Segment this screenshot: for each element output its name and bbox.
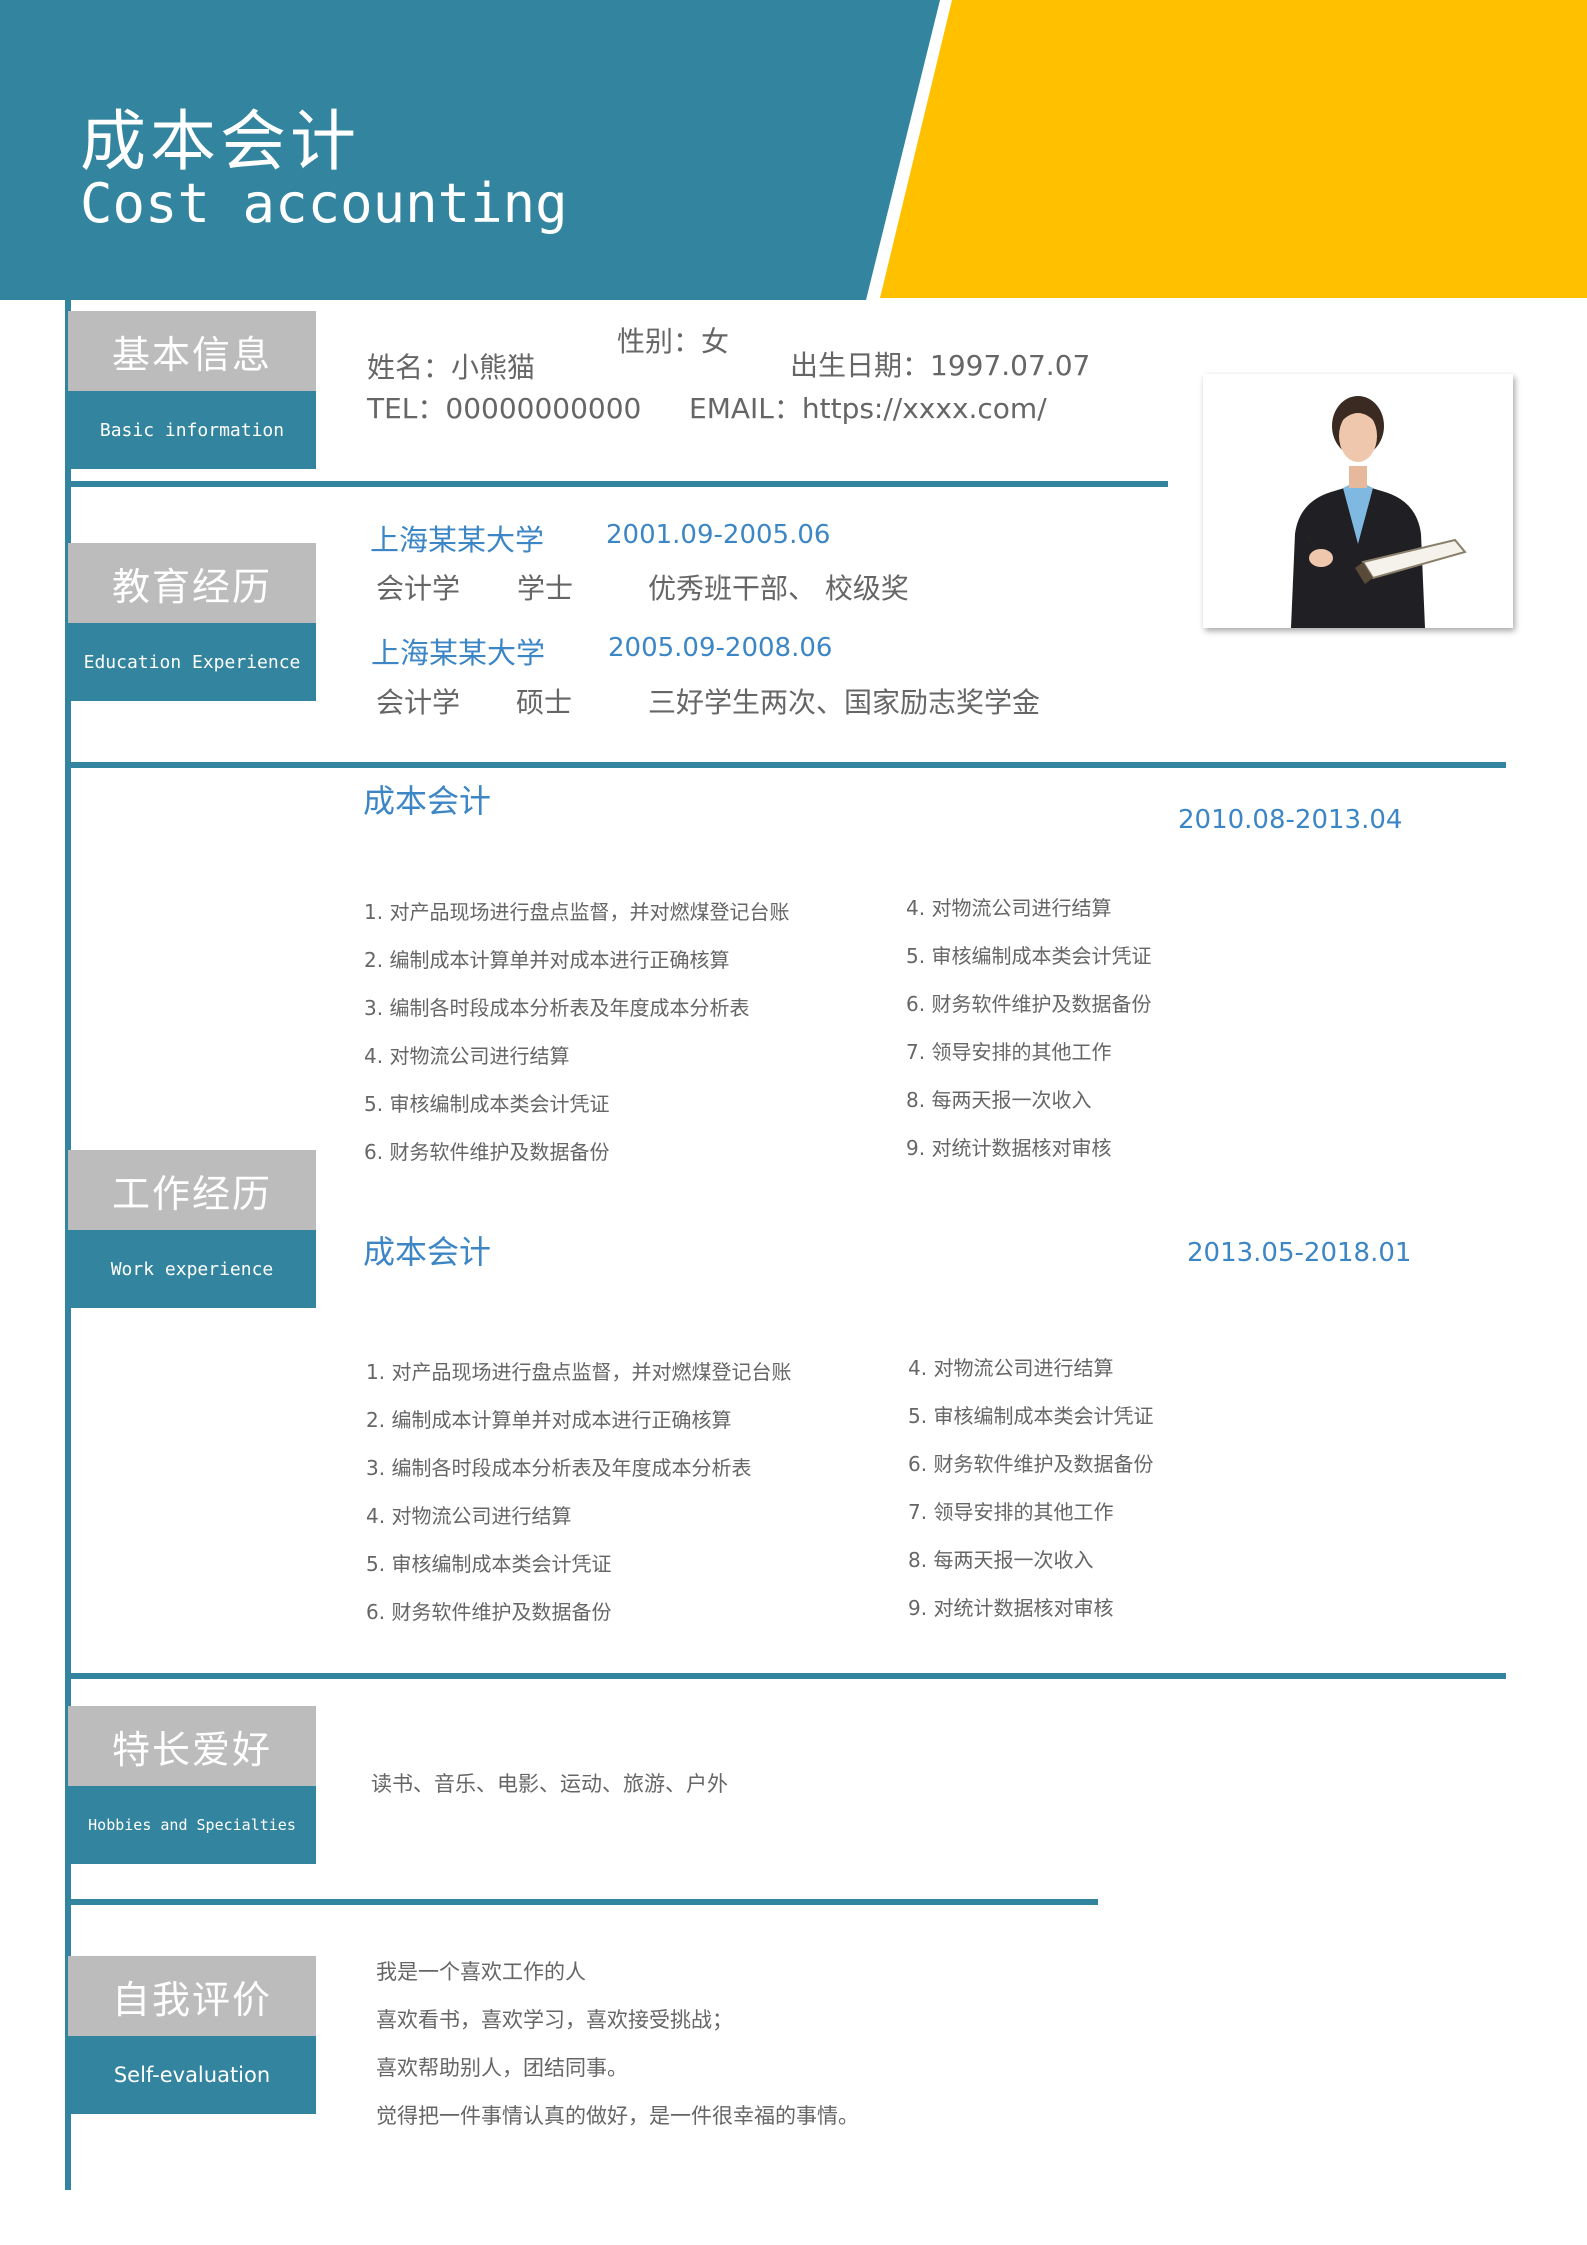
duty-item: 4. 对物流公司进行结算 bbox=[366, 1504, 572, 1528]
work-1-duties-left: 1. 对产品现场进行盘点监督，并对燃煤登记台账 2. 编制成本计算单并对成本进行… bbox=[364, 888, 789, 1176]
edu-2-school: 上海某某大学 bbox=[371, 636, 546, 670]
info-tel: TEL：00000000000 bbox=[367, 392, 642, 425]
section-label-basic: 基本信息 Basic information bbox=[68, 311, 316, 469]
self-eval-list: 我是一个喜欢工作的人 喜欢看书，喜欢学习，喜欢接受挑战； 喜欢帮助别人，团结同事… bbox=[376, 1948, 859, 2140]
duty-item: 5. 审核编制成本类会计凭证 bbox=[364, 1092, 610, 1116]
section-title-en: Work experience bbox=[68, 1230, 316, 1308]
section-title-cn: 特长爱好 bbox=[68, 1706, 316, 1786]
duty-item: 6. 财务软件维护及数据备份 bbox=[906, 992, 1152, 1016]
duty-item: 3. 编制各时段成本分析表及年度成本分析表 bbox=[364, 996, 750, 1020]
duty-item: 5. 审核编制成本类会计凭证 bbox=[908, 1404, 1154, 1428]
section-label-education: 教育经历 Education Experience bbox=[68, 543, 316, 701]
divider-basic bbox=[68, 481, 1168, 487]
duty-item: 8. 每两天报一次收入 bbox=[908, 1548, 1094, 1572]
self-eval-line: 觉得把一件事情认真的做好，是一件很幸福的事情。 bbox=[376, 2104, 859, 2128]
work-1-duties-right: 4. 对物流公司进行结算 5. 审核编制成本类会计凭证 6. 财务软件维护及数据… bbox=[906, 884, 1151, 1172]
edu-1-degree: 学士 bbox=[517, 572, 574, 605]
work-2-period: 2013.05-2018.01 bbox=[1187, 1238, 1412, 1268]
hobbies-text: 读书、音乐、电影、运动、旅游、户外 bbox=[371, 1772, 728, 1796]
edu-1-period: 2001.09-2005.06 bbox=[606, 520, 831, 550]
duty-item: 2. 编制成本计算单并对成本进行正确核算 bbox=[366, 1408, 732, 1432]
duty-item: 4. 对物流公司进行结算 bbox=[364, 1044, 570, 1068]
divider-work bbox=[68, 1673, 1506, 1679]
duty-item: 1. 对产品现场进行盘点监督，并对燃煤登记台账 bbox=[364, 900, 790, 924]
info-birth: 出生日期：1997.07.07 bbox=[790, 349, 1091, 382]
self-eval-line: 喜欢帮助别人，团结同事。 bbox=[376, 2056, 628, 2080]
section-title-cn: 教育经历 bbox=[68, 543, 316, 623]
section-label-work: 工作经历 Work experience bbox=[68, 1150, 316, 1308]
divider-hobbies bbox=[68, 1899, 1098, 1905]
section-title-en: Basic information bbox=[68, 391, 316, 469]
edu-2-major: 会计学 bbox=[376, 686, 461, 719]
section-title-en: Self-evaluation bbox=[68, 2036, 316, 2114]
divider-education bbox=[68, 762, 1506, 768]
section-title-en: Education Experience bbox=[68, 623, 316, 701]
section-title-en: Hobbies and Specialties bbox=[68, 1786, 316, 1864]
work-2-duties-left: 1. 对产品现场进行盘点监督，并对燃煤登记台账 2. 编制成本计算单并对成本进行… bbox=[366, 1348, 791, 1636]
work-1-period: 2010.08-2013.04 bbox=[1178, 805, 1403, 835]
duty-item: 2. 编制成本计算单并对成本进行正确核算 bbox=[364, 948, 730, 972]
duty-item: 6. 财务软件维护及数据备份 bbox=[364, 1140, 610, 1164]
info-email: EMAIL：https://xxxx.com/ bbox=[689, 392, 1047, 425]
duty-item: 5. 审核编制成本类会计凭证 bbox=[906, 944, 1152, 968]
page-title: 成本会计 bbox=[80, 103, 360, 180]
section-label-hobbies: 特长爱好 Hobbies and Specialties bbox=[68, 1706, 316, 1864]
edu-2-period: 2005.09-2008.06 bbox=[608, 633, 833, 663]
duty-item: 5. 审核编制成本类会计凭证 bbox=[366, 1552, 612, 1576]
info-name: 姓名：小熊猫 bbox=[367, 351, 536, 384]
self-eval-line: 喜欢看书，喜欢学习，喜欢接受挑战； bbox=[376, 2008, 733, 2032]
info-gender: 性别：女 bbox=[617, 325, 730, 358]
portrait-photo-icon bbox=[1203, 374, 1513, 628]
section-label-self: 自我评价 Self-evaluation bbox=[68, 1956, 316, 2114]
edu-1-major: 会计学 bbox=[376, 572, 461, 605]
duty-item: 9. 对统计数据核对审核 bbox=[908, 1596, 1114, 1620]
edu-2-degree: 硕士 bbox=[516, 686, 573, 719]
duty-item: 9. 对统计数据核对审核 bbox=[906, 1136, 1112, 1160]
section-title-cn: 基本信息 bbox=[68, 311, 316, 391]
section-title-cn: 自我评价 bbox=[68, 1956, 316, 2036]
work-2-title: 成本会计 bbox=[363, 1233, 492, 1271]
duty-item: 4. 对物流公司进行结算 bbox=[908, 1356, 1114, 1380]
duty-item: 8. 每两天报一次收入 bbox=[906, 1088, 1092, 1112]
duty-item: 3. 编制各时段成本分析表及年度成本分析表 bbox=[366, 1456, 752, 1480]
edu-2-honor: 三好学生两次、国家励志奖学金 bbox=[648, 686, 1041, 719]
edu-1-school: 上海某某大学 bbox=[370, 523, 545, 557]
edu-1-honor: 优秀班干部、 校级奖 bbox=[648, 572, 909, 605]
page-subtitle: Cost accounting bbox=[80, 172, 568, 235]
duty-item: 6. 财务软件维护及数据备份 bbox=[908, 1452, 1154, 1476]
header-yellow-shape bbox=[880, 0, 1587, 298]
duty-item: 1. 对产品现场进行盘点监督，并对燃煤登记台账 bbox=[366, 1360, 792, 1384]
duty-item: 7. 领导安排的其他工作 bbox=[906, 1040, 1112, 1064]
section-title-cn: 工作经历 bbox=[68, 1150, 316, 1230]
work-1-title: 成本会计 bbox=[363, 782, 492, 820]
profile-photo bbox=[1203, 374, 1513, 628]
duty-item: 7. 领导安排的其他工作 bbox=[908, 1500, 1114, 1524]
duty-item: 6. 财务软件维护及数据备份 bbox=[366, 1600, 612, 1624]
duty-item: 4. 对物流公司进行结算 bbox=[906, 896, 1112, 920]
work-2-duties-right: 4. 对物流公司进行结算 5. 审核编制成本类会计凭证 6. 财务软件维护及数据… bbox=[908, 1344, 1153, 1632]
self-eval-line: 我是一个喜欢工作的人 bbox=[376, 1960, 586, 1984]
